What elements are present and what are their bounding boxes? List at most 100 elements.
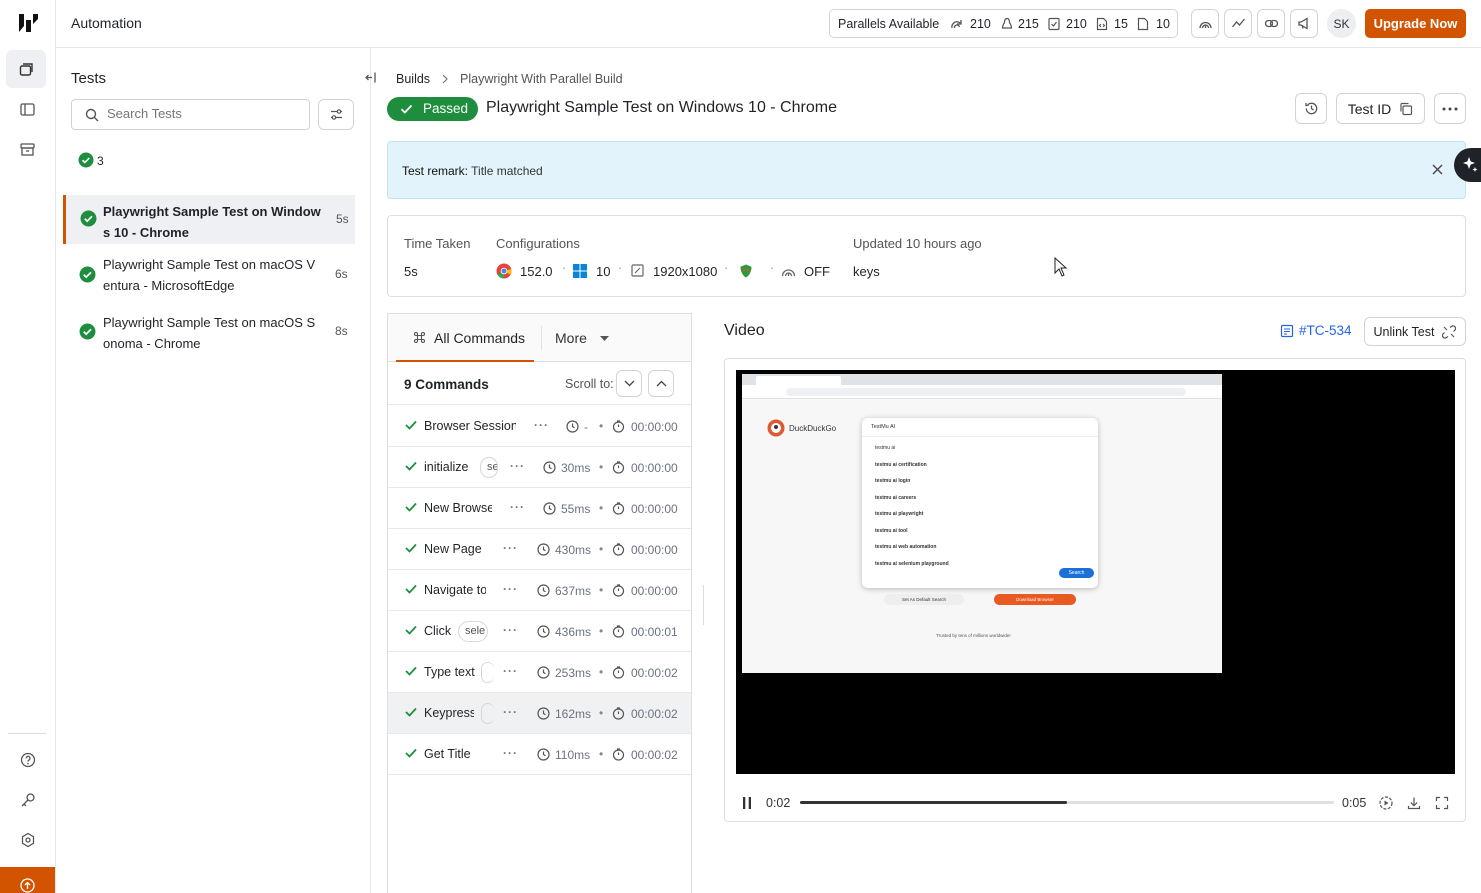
- command-row[interactable]: Navigate to ··· 637ms • 00:00:00: [388, 570, 691, 611]
- resize-handle[interactable]: [703, 585, 704, 625]
- browser-version: 152.0: [520, 264, 553, 279]
- tab-all-commands[interactable]: All Commands: [396, 314, 534, 362]
- search-tests-field[interactable]: [71, 99, 310, 130]
- command-duration: 637ms: [555, 584, 592, 598]
- command-row[interactable]: Click sele ··· 436ms • 00:00:01: [388, 611, 691, 652]
- command-row[interactable]: Get Title ··· 110ms • 00:00:02: [388, 734, 691, 775]
- test-case-link[interactable]: #TC-534: [1280, 323, 1352, 338]
- key-icon[interactable]: [20, 792, 36, 808]
- command-row[interactable]: Type text ··· 253ms • 00:00:02: [388, 652, 691, 693]
- tunnel-button[interactable]: [1191, 9, 1219, 38]
- help-icon[interactable]: [20, 752, 36, 768]
- breadcrumb-builds[interactable]: Builds: [396, 72, 430, 86]
- command-menu-icon[interactable]: ···: [534, 418, 549, 432]
- separator-dot: ·: [724, 260, 729, 275]
- command-timestamp: 00:00:00: [631, 461, 678, 475]
- command-duration: 110ms: [555, 748, 591, 762]
- close-icon[interactable]: [1432, 164, 1443, 175]
- command-arg-chip[interactable]: sele: [458, 621, 488, 642]
- command-row[interactable]: New Page ··· 430ms • 00:00:00: [388, 529, 691, 570]
- video-player[interactable]: DuckDuckGo TestMu AI testmu ai testmu ai…: [736, 370, 1455, 774]
- command-menu-icon[interactable]: ···: [503, 664, 518, 678]
- more-options-button[interactable]: [1434, 93, 1466, 124]
- command-row[interactable]: Keypress ··· 162ms • 00:00:02: [388, 693, 691, 734]
- parallels-summary[interactable]: Parallels Available 210 215 210 15 10: [829, 9, 1178, 38]
- upgrade-rail-button[interactable]: [0, 867, 55, 893]
- nav-item-builds[interactable]: [6, 50, 46, 88]
- pause-button[interactable]: [741, 796, 753, 810]
- integrations-icon[interactable]: [20, 832, 36, 848]
- separator-dot: •: [599, 706, 604, 720]
- playback-speed-button[interactable]: [1379, 796, 1393, 810]
- frame-tab: [756, 376, 841, 385]
- speed-icon: [1379, 796, 1393, 810]
- stopwatch-icon: [612, 707, 625, 720]
- command-timestamp: 00:00:00: [631, 543, 678, 557]
- nav-rail: [0, 0, 56, 893]
- test-list-item[interactable]: Playwright Sample Test on macOS Sonoma -…: [63, 308, 355, 357]
- command-check-icon: [405, 543, 417, 553]
- chrome-icon: [496, 263, 512, 279]
- stopwatch-icon: [612, 666, 625, 679]
- announcements-button[interactable]: [1290, 9, 1318, 38]
- command-row[interactable]: New Browser ··· 55ms • 00:00:00: [388, 488, 691, 529]
- updated-value: keys: [853, 264, 880, 279]
- checklist-icon: [1048, 17, 1060, 31]
- fullscreen-button[interactable]: [1435, 796, 1449, 810]
- breadcrumb-current[interactable]: Playwright With Parallel Build: [460, 72, 623, 86]
- tab-all-label: All Commands: [434, 330, 526, 346]
- test-list-item[interactable]: Playwright Sample Test on macOS Ventura …: [63, 250, 355, 299]
- stopwatch-icon: [612, 420, 625, 433]
- tab-more[interactable]: More: [555, 330, 609, 346]
- avatar[interactable]: SK: [1327, 9, 1356, 38]
- download-button[interactable]: [1407, 796, 1421, 810]
- mouse-cursor-icon: [1054, 257, 1068, 277]
- sparkle-icon: [1463, 157, 1478, 172]
- command-menu-icon[interactable]: ···: [503, 623, 518, 637]
- command-check-icon: [405, 748, 417, 758]
- upgrade-button[interactable]: Upgrade Now: [1365, 9, 1466, 38]
- progress-track[interactable]: [800, 801, 1334, 804]
- command-menu-icon[interactable]: ···: [503, 746, 518, 760]
- integration-link-button[interactable]: [1257, 9, 1285, 38]
- unlink-test-button[interactable]: Unlink Test: [1364, 317, 1466, 346]
- command-duration: 436ms: [555, 625, 592, 639]
- command-arg-chip[interactable]: [481, 662, 494, 683]
- search-input[interactable]: [107, 106, 297, 121]
- resolution-icon: [631, 264, 644, 277]
- chevron-up-icon: [656, 380, 666, 387]
- analytics-button[interactable]: [1224, 9, 1252, 38]
- test-list-item-selected[interactable]: Playwright Sample Test on Window s 10 - C…: [63, 195, 355, 244]
- clock-icon: [537, 666, 550, 679]
- logo-icon[interactable]: [17, 12, 39, 34]
- command-row[interactable]: Browser Session ! ··· - • 00:00:00: [388, 406, 691, 447]
- command-timestamp: 00:00:02: [631, 707, 678, 721]
- history-button[interactable]: [1295, 93, 1327, 124]
- scroll-down-button[interactable]: [616, 370, 642, 397]
- history-icon: [1304, 102, 1317, 115]
- archive-icon: [20, 143, 35, 156]
- command-check-icon: [405, 666, 417, 676]
- nav-item-sessions[interactable]: [20, 102, 35, 117]
- command-arg-chip[interactable]: se: [480, 457, 498, 478]
- clock-icon: [537, 584, 550, 597]
- command-check-icon: [405, 584, 417, 594]
- stopwatch-icon: [612, 748, 625, 761]
- command-menu-icon[interactable]: ···: [503, 582, 518, 596]
- collapse-panel-icon[interactable]: [364, 71, 377, 84]
- command-arg-chip[interactable]: [481, 703, 494, 724]
- document-code-icon: [1096, 17, 1108, 31]
- commands-tabs: All Commands More: [388, 314, 691, 362]
- nav-item-archive[interactable]: [20, 142, 35, 157]
- test-id-button[interactable]: Test ID: [1336, 93, 1425, 124]
- command-menu-icon[interactable]: ···: [503, 705, 518, 719]
- filter-button[interactable]: [318, 99, 354, 130]
- command-menu-icon[interactable]: ···: [510, 459, 525, 473]
- ai-assistant-button[interactable]: [1454, 148, 1481, 182]
- scroll-up-button[interactable]: [648, 370, 674, 397]
- command-menu-icon[interactable]: ···: [503, 541, 518, 555]
- command-row[interactable]: initialize se ··· 30ms • 00:00:00: [388, 447, 691, 488]
- command-menu-icon[interactable]: ···: [510, 500, 525, 514]
- check-circle-icon: [79, 266, 96, 283]
- os-version: 10: [596, 264, 611, 279]
